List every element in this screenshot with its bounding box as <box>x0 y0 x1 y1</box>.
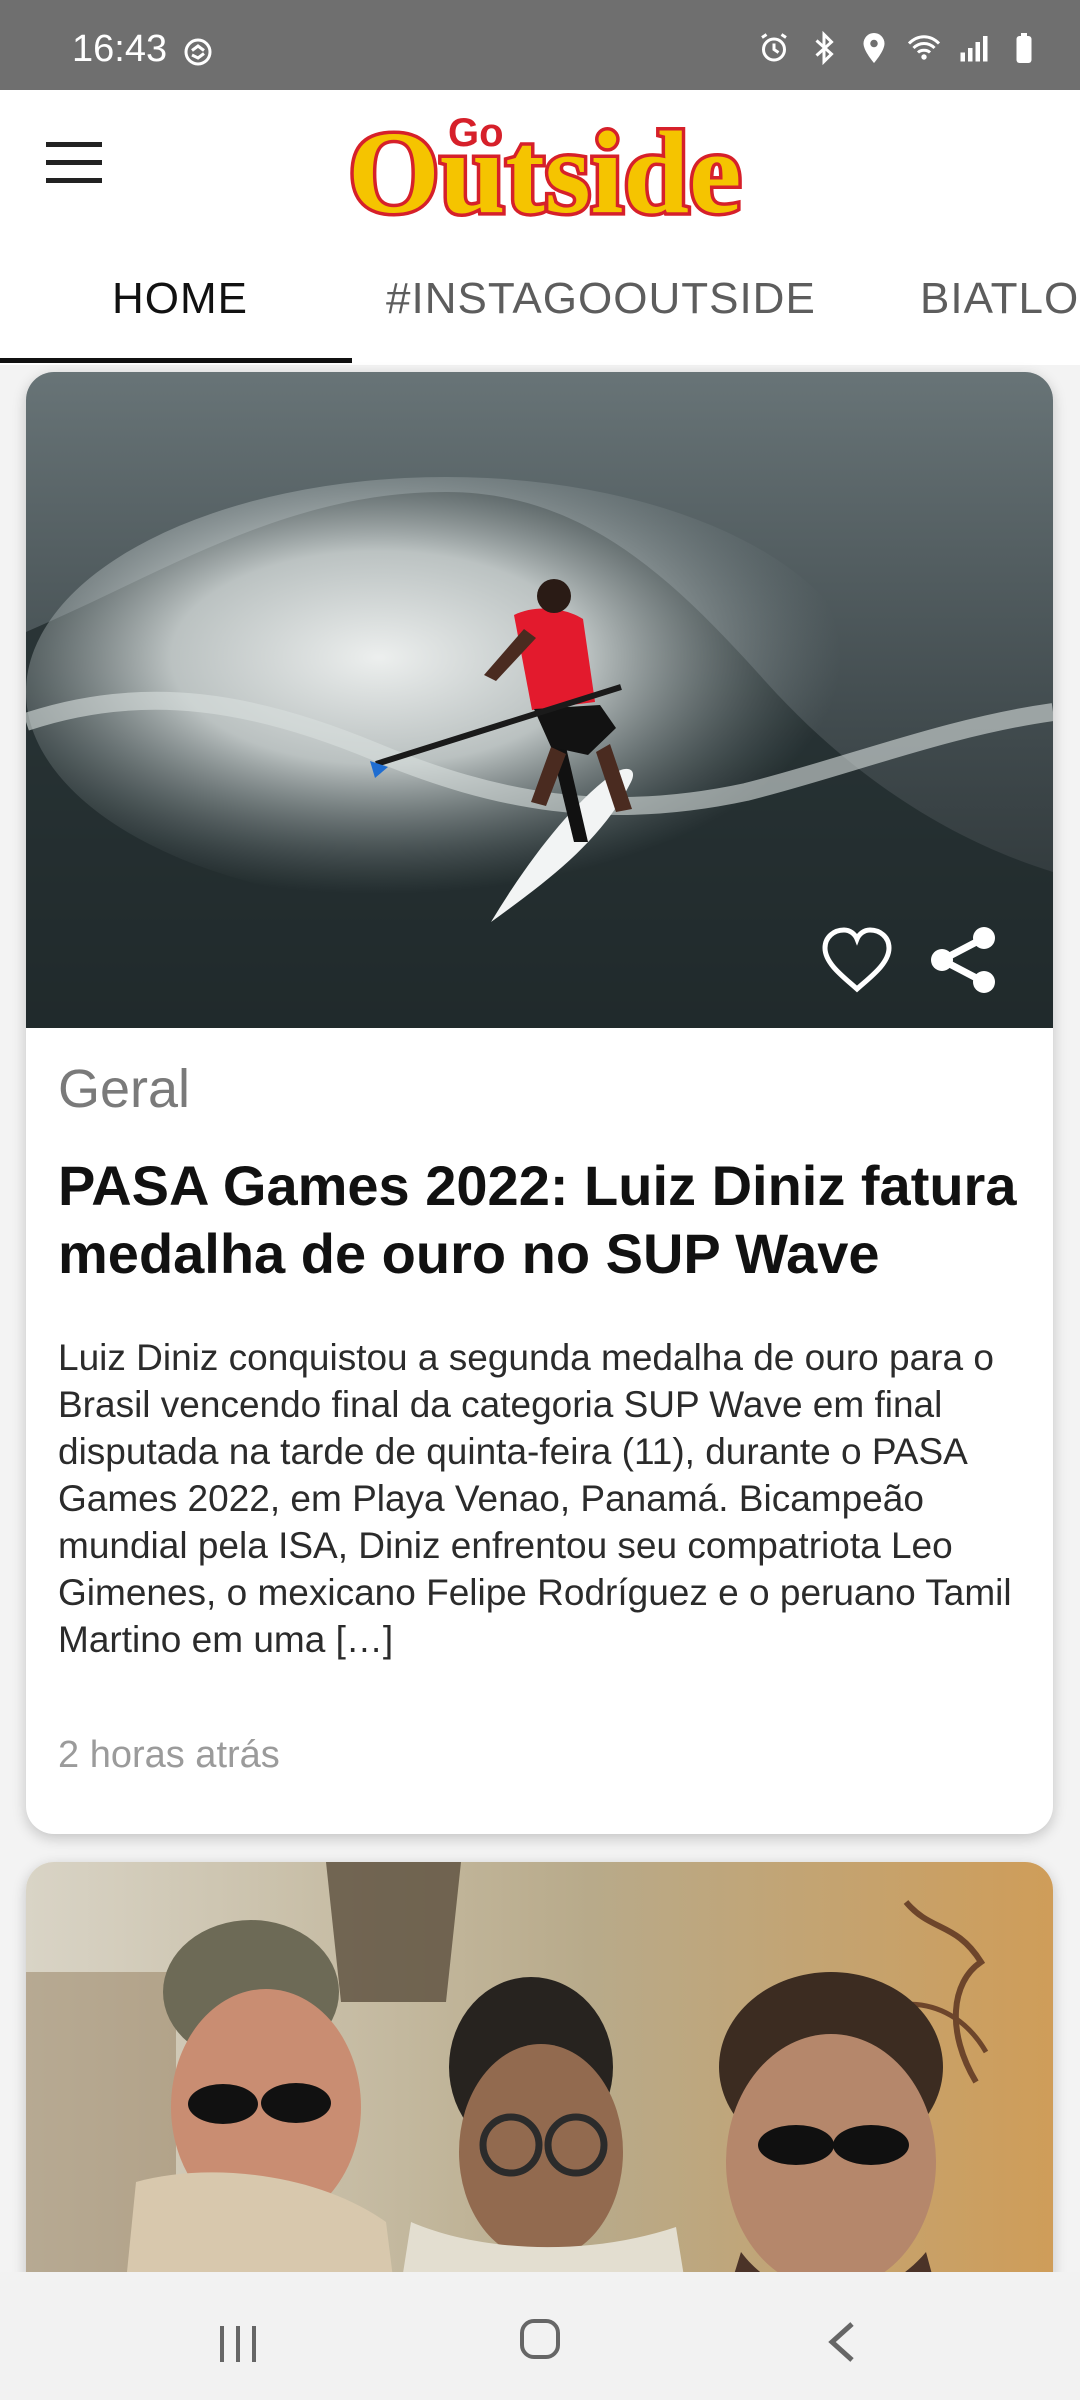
share-icon[interactable] <box>926 922 1002 998</box>
article-title[interactable]: PASA Games 2022: Luiz Diniz fatura medal… <box>58 1152 1028 1288</box>
battery-icon <box>1016 33 1032 63</box>
tab-instagooutside[interactable]: #INSTAGOOUTSIDE <box>386 274 816 324</box>
bluetooth-icon <box>815 30 834 66</box>
active-tab-indicator <box>0 358 352 363</box>
wifi-icon <box>907 35 941 60</box>
article-time: 2 horas atrás <box>58 1734 280 1776</box>
article-excerpt: Luiz Diniz conquistou a segunda medalha … <box>58 1337 1012 1660</box>
signal-icon <box>960 36 988 62</box>
tab-biatlo[interactable]: BIATLO <box>920 274 1079 324</box>
system-nav-bar <box>0 2272 1080 2400</box>
alarm-icon <box>761 33 787 62</box>
home-icon[interactable] <box>515 2314 565 2364</box>
app-bar: Go Outside <box>0 90 1080 230</box>
sync-icon <box>184 38 212 66</box>
tab-home[interactable]: HOME <box>112 274 248 324</box>
location-icon <box>863 33 885 63</box>
logo-main-text: Outside <box>348 107 741 220</box>
recents-icon[interactable] <box>214 2320 262 2368</box>
status-icons <box>756 30 1042 66</box>
article-photo-surfer[interactable] <box>26 372 1053 1028</box>
heart-icon[interactable] <box>820 926 894 994</box>
category-tabs: HOME #INSTAGOOUTSIDE BIATLO <box>0 230 1080 365</box>
go-outside-logo[interactable]: Go Outside <box>340 104 790 220</box>
status-bar: 16:43 <box>0 0 1080 90</box>
article-card[interactable]: Geral PASA Games 2022: Luiz Diniz fatura… <box>26 372 1053 1834</box>
hamburger-menu-icon[interactable] <box>46 142 102 184</box>
article-category: Geral <box>58 1059 191 1119</box>
status-time: 16:43 <box>72 28 168 70</box>
back-icon[interactable] <box>820 2318 864 2366</box>
